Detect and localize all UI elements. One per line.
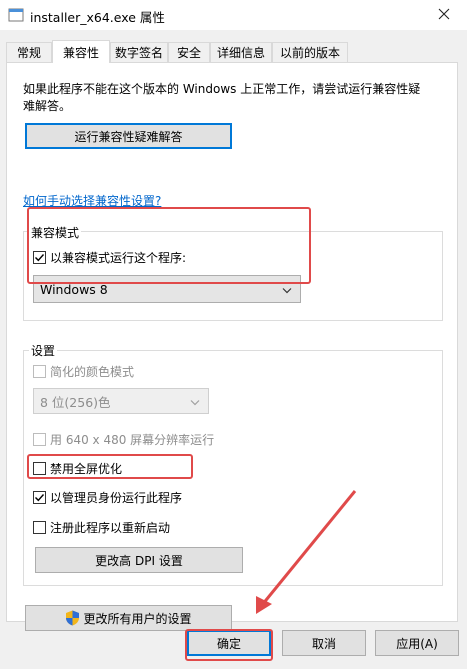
tab-compatibility[interactable]: 兼容性 bbox=[52, 40, 110, 63]
annotation-arrow-icon bbox=[256, 490, 357, 614]
